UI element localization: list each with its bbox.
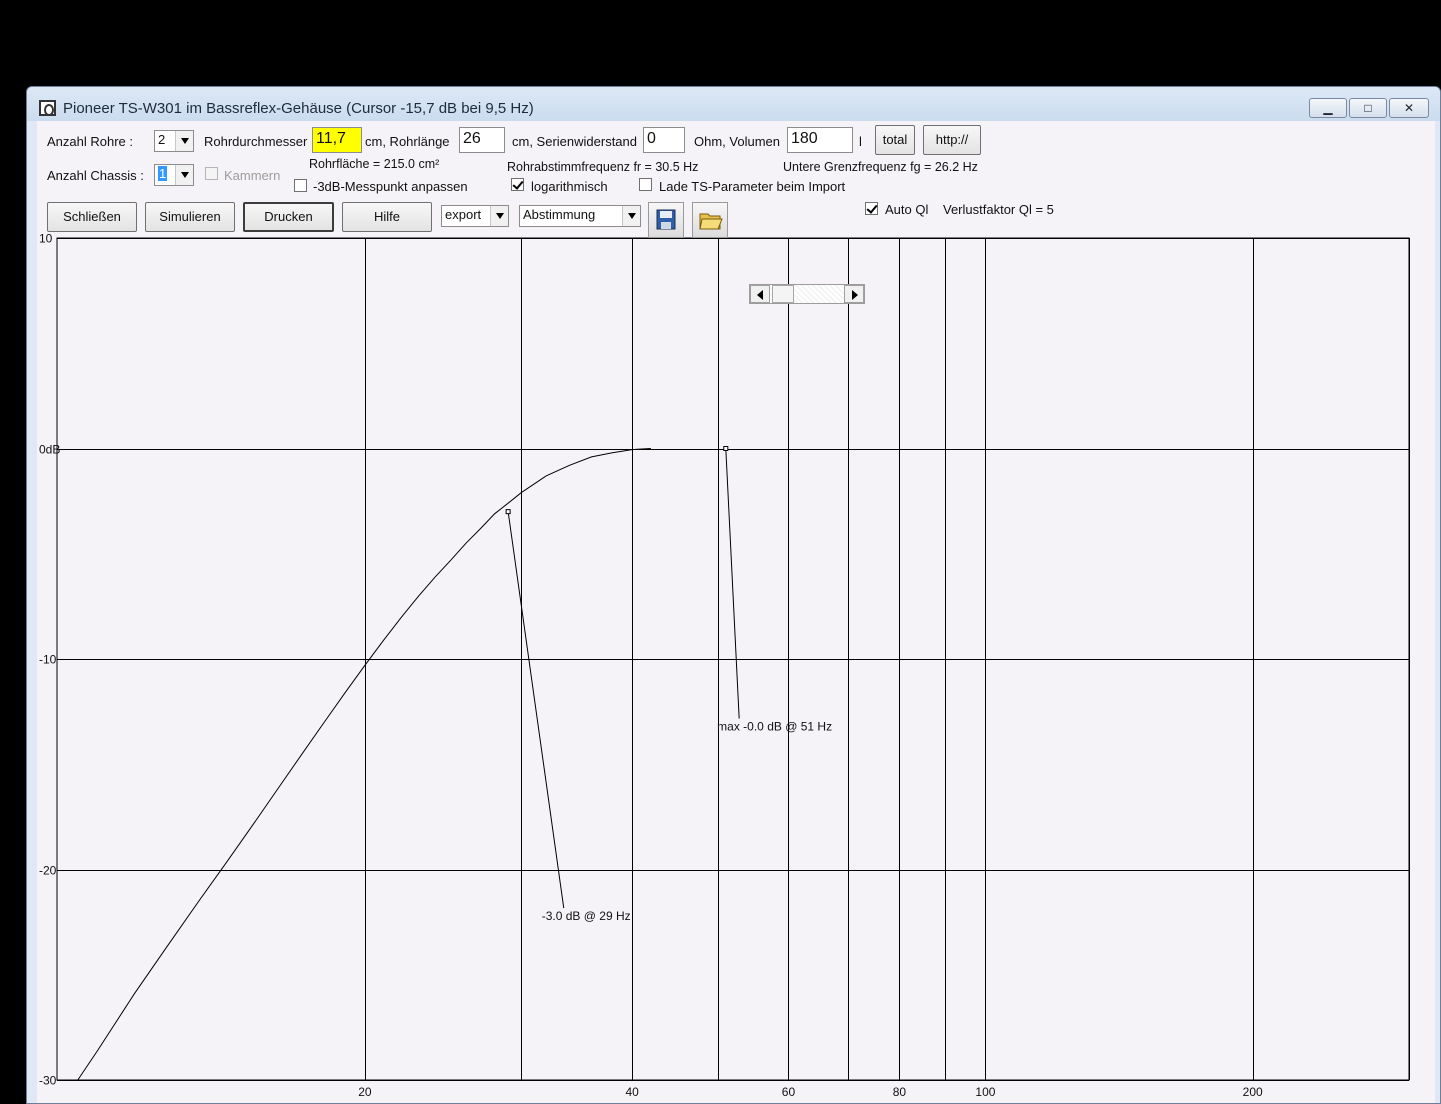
x-tick-label: 80	[893, 1085, 907, 1099]
volumen-label: Ohm, Volumen	[694, 134, 780, 149]
open-folder-icon	[699, 213, 723, 230]
http-button[interactable]: http://	[923, 125, 981, 155]
marker-leader-line	[507, 511, 565, 909]
hilfe-button[interactable]: Hilfe	[342, 202, 432, 232]
serienwiderstand-input[interactable]: 0	[643, 127, 685, 153]
frequency-response-chart[interactable]: 100dB-10-20-3020 40 60 80 100 200-3.0 dB @ 29…	[37, 121, 1435, 1104]
rohrdurchmesser-label: Rohrdurchmesser	[204, 134, 308, 149]
close-button[interactable]: ✕	[1389, 98, 1429, 118]
chevron-down-icon	[175, 131, 193, 151]
ql-scrollbar[interactable]	[749, 284, 865, 304]
y-tick-label: 10	[39, 232, 53, 246]
grenzfrequenz-text: Untere Grenzfrequenz fg = 26.2 Hz	[783, 160, 978, 174]
auto-ql-label: Auto Ql	[885, 202, 929, 217]
simulieren-button[interactable]: Simulieren	[145, 202, 235, 232]
abstimmfrequenz-text: Rohrabstimmfrequenz fr = 30.5 Hz	[507, 160, 699, 174]
marker-label: -3.0 dB @ 29 Hz	[542, 909, 631, 923]
marker-point	[505, 509, 511, 515]
x-tick-label: 60	[782, 1085, 796, 1099]
y-tick-label: -20	[39, 864, 57, 878]
x-tick-label: 40	[625, 1085, 639, 1099]
anzahl-rohre-select[interactable]: 2	[154, 130, 194, 152]
marker-point	[723, 446, 729, 451]
window-title: Pioneer TS-W301 im Bassreflex-Gehäuse (C…	[63, 100, 534, 117]
logarithmisch-label: logarithmisch	[531, 179, 608, 194]
x-tick-label: 200	[1243, 1085, 1263, 1099]
auto-ql-checkbox[interactable]	[865, 202, 878, 215]
open-button[interactable]	[692, 202, 728, 238]
anzahl-chassis-select[interactable]: 1	[154, 164, 194, 186]
verlustfaktor-text: Verlustfaktor Ql = 5	[943, 202, 1054, 217]
messpunkt-checkbox[interactable]	[294, 179, 307, 192]
abstimmung-value: Abstimmung	[523, 207, 596, 222]
chevron-down-icon	[175, 165, 193, 185]
anzahl-rohre-value: 2	[158, 132, 166, 147]
chevron-down-icon	[622, 206, 640, 226]
scroll-thumb[interactable]	[772, 285, 794, 303]
marker-leader-line	[725, 448, 740, 719]
lade-ts-checkbox[interactable]	[639, 178, 652, 191]
x-tick-label: 20	[358, 1085, 372, 1099]
anzahl-chassis-value: 1	[158, 166, 168, 181]
y-tick-label: -10	[39, 653, 57, 667]
kammern-label: Kammern	[224, 168, 281, 183]
anzahl-rohre-label: Anzahl Rohre :	[47, 134, 133, 149]
rohrlaenge-input[interactable]: 26	[459, 127, 505, 153]
floppy-disk-icon	[656, 209, 676, 230]
app-window: Pioneer TS-W301 im Bassreflex-Gehäuse (C…	[26, 86, 1441, 1104]
y-tick-label: -30	[39, 1074, 57, 1088]
logarithmisch-checkbox[interactable]	[511, 178, 524, 191]
volumen-unit: l	[859, 134, 862, 149]
serienwiderstand-label: cm, Serienwiderstand	[512, 134, 637, 149]
drucken-button[interactable]: Drucken	[243, 202, 334, 232]
export-value: export	[445, 207, 482, 222]
messpunkt-label: -3dB-Messpunkt anpassen	[313, 179, 468, 194]
save-button[interactable]	[648, 202, 684, 238]
total-button[interactable]: total	[875, 125, 915, 155]
schliessen-button[interactable]: Schließen	[47, 202, 137, 232]
maximize-button[interactable]: □	[1349, 98, 1387, 118]
minimize-button[interactable]: ▁	[1309, 98, 1347, 118]
x-tick-label: 100	[975, 1085, 995, 1099]
scroll-right-arrow-icon[interactable]	[844, 285, 864, 303]
y-tick-label: 0dB	[39, 443, 60, 457]
export-select[interactable]: export	[441, 205, 509, 227]
kammern-checkbox[interactable]	[205, 167, 218, 180]
rohrflaeche-text: Rohrfläche = 215.0 cm²	[309, 157, 440, 171]
anzahl-chassis-label: Anzahl Chassis :	[47, 168, 144, 183]
title-bar[interactable]: Pioneer TS-W301 im Bassreflex-Gehäuse (C…	[27, 87, 1440, 121]
speaker-icon	[39, 100, 56, 116]
marker-label: max -0.0 dB @ 51 Hz	[717, 720, 832, 734]
abstimmung-select[interactable]: Abstimmung	[519, 205, 641, 227]
rohrdurchmesser-input[interactable]: 11,7	[312, 127, 362, 153]
lade-ts-label: Lade TS-Parameter beim Import	[659, 179, 846, 194]
rohrlaenge-label: cm, Rohrlänge	[365, 134, 450, 149]
volumen-input[interactable]: 180	[787, 127, 853, 153]
response-curve	[77, 448, 651, 1081]
chevron-down-icon	[490, 206, 508, 226]
scroll-left-arrow-icon[interactable]	[750, 285, 770, 303]
client-area: 10 0dB -10 -20 -30 20 40 60 80 100 200 -3.0 dB @ 29…	[37, 121, 1435, 1104]
